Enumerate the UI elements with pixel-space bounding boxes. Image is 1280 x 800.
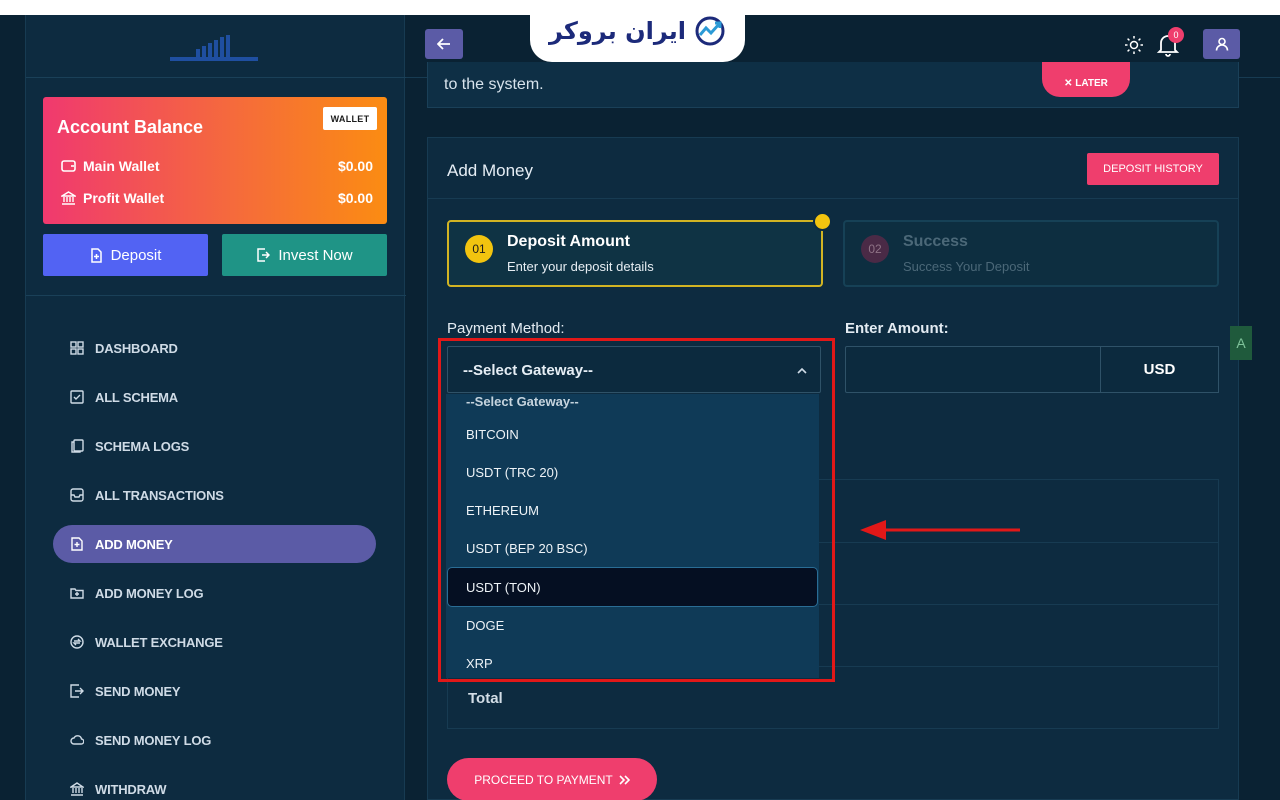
deposit-button[interactable]: Deposit [43, 234, 208, 276]
file-plus-icon [71, 537, 83, 551]
sidebar-item-add-money-log[interactable]: ADD MONEY LOG [53, 574, 376, 612]
enter-amount-label: Enter Amount: [845, 320, 949, 337]
sidebar-item-label: DASHBOARD [95, 340, 178, 356]
notice-banner: to the system. ✕ LATER [427, 62, 1239, 108]
invest-now-label: Invest Now [278, 246, 353, 264]
sidebar-item-dashboard[interactable]: DASHBOARD [53, 329, 376, 367]
payment-method-label: Payment Method: [447, 320, 565, 337]
dropdown-option[interactable]: USDT (TRC 20) [446, 453, 819, 491]
sidebar-divider [26, 295, 406, 296]
log-out-icon [70, 684, 84, 698]
sidebar-item-all-schema[interactable]: ALL SCHEMA [53, 378, 376, 416]
profit-wallet-row: Profit Wallet $0.00 [61, 188, 373, 208]
grid-icon [70, 341, 84, 355]
annotation-arrow-icon [860, 520, 1020, 540]
sidebar-item-wallet-exchange[interactable]: WALLET EXCHANGE [53, 623, 376, 661]
site-logo[interactable] [166, 25, 261, 65]
sidebar-divider [26, 77, 406, 78]
chart-trend-icon [695, 16, 725, 46]
main-wallet-label: Main Wallet [83, 158, 160, 174]
wallet-button[interactable]: WALLET [323, 107, 377, 130]
sidebar-item-label: ALL TRANSACTIONS [95, 487, 224, 503]
sidebar-item-label: ADD MONEY LOG [95, 585, 204, 601]
user-menu-button[interactable] [1203, 29, 1240, 59]
active-step-dot [813, 212, 832, 231]
cloud-icon [70, 735, 84, 745]
account-balance-card: Account Balance WALLET Main Wallet $0.00… [43, 97, 387, 224]
sidebar-item-send-money[interactable]: SEND MONEY [53, 672, 376, 710]
file-plus-icon [90, 247, 102, 263]
sidebar-item-label: ALL SCHEMA [95, 389, 178, 405]
dropdown-option[interactable]: ETHEREUM [446, 491, 819, 529]
notice-text: to the system. [444, 76, 544, 93]
step-subtitle: Enter your deposit details [507, 259, 654, 274]
proceed-to-payment-button[interactable]: PROCEED TO PAYMENT [447, 758, 657, 800]
dropdown-option[interactable]: DOGE [446, 606, 819, 644]
wallet-icon [61, 160, 76, 172]
profit-wallet-label: Profit Wallet [83, 190, 165, 206]
deposit-label: Deposit [110, 246, 162, 264]
gateway-dropdown-list: --Select Gateway-- BITCOIN USDT (TRC 20)… [446, 394, 819, 678]
brand-logo-text: ایران بروکر [549, 17, 686, 45]
bank-icon [61, 191, 76, 205]
amount-input[interactable] [845, 346, 1101, 393]
later-button[interactable]: ✕ LATER [1042, 62, 1130, 97]
proceed-label: PROCEED TO PAYMENT [474, 772, 613, 787]
step-number: 02 [861, 235, 889, 263]
main-wallet-row: Main Wallet $0.00 [61, 156, 373, 176]
dropdown-option-highlighted[interactable]: USDT (TON) [448, 568, 817, 606]
step-success: 02 Success Success Your Deposit [843, 220, 1219, 287]
back-button[interactable] [425, 29, 463, 59]
gateway-select-value: --Select Gateway-- [463, 362, 594, 379]
sidebar-item-withdraw[interactable]: WITHDRAW [53, 770, 376, 800]
translate-tab[interactable]: A [1230, 326, 1252, 360]
page-title: Add Money [447, 161, 533, 180]
balance-title: Account Balance [57, 117, 204, 137]
profit-wallet-value: $0.00 [337, 190, 373, 206]
notification-badge: 0 [1168, 27, 1184, 43]
step-deposit-amount: 01 Deposit Amount Enter your deposit det… [447, 220, 823, 287]
invest-now-button[interactable]: Invest Now [222, 234, 387, 276]
currency-label: USD [1100, 346, 1219, 393]
card-divider [428, 198, 1238, 199]
sidebar-item-label: ADD MONEY [95, 536, 173, 552]
sidebar-item-add-money[interactable]: ADD MONEY [53, 525, 376, 563]
user-icon [1215, 37, 1228, 51]
step-subtitle: Success Your Deposit [903, 259, 1030, 274]
chevron-up-icon [797, 367, 807, 374]
dropdown-option[interactable]: BITCOIN [446, 415, 819, 453]
dropdown-option[interactable]: USDT (BEP 20 BSC) [446, 529, 819, 567]
inbox-icon [70, 488, 84, 502]
double-chevron-right-icon [619, 774, 630, 785]
sidebar-item-label: SEND MONEY [95, 683, 181, 699]
sidebar-item-label: SCHEMA LOGS [95, 438, 190, 454]
sidebar-item-label: SEND MONEY LOG [95, 732, 212, 748]
copy-icon [71, 439, 84, 453]
sidebar-item-all-transactions[interactable]: ALL TRANSACTIONS [53, 476, 376, 514]
brand-logo-badge: ایران بروکر [530, 0, 745, 62]
bank-icon [70, 782, 84, 796]
folder-plus-icon [70, 588, 84, 599]
gateway-select[interactable]: --Select Gateway-- [447, 346, 821, 393]
step-title: Success [903, 233, 968, 250]
arrow-left-icon [437, 38, 450, 50]
sidebar-item-label: WITHDRAW [95, 781, 167, 797]
theme-toggle-sun-icon[interactable] [1124, 35, 1144, 55]
exchange-icon [70, 635, 84, 649]
sidebar-item-schema-logs[interactable]: SCHEMA LOGS [53, 427, 376, 465]
total-label: Total [468, 690, 503, 707]
step-number: 01 [465, 235, 493, 263]
sidebar-item-send-money-log[interactable]: SEND MONEY LOG [53, 721, 376, 759]
main-wallet-value: $0.00 [337, 158, 373, 174]
deposit-history-button[interactable]: DEPOSIT HISTORY [1087, 153, 1219, 185]
checkbox-icon [70, 390, 84, 404]
sidebar-item-label: WALLET EXCHANGE [95, 634, 223, 650]
dropdown-option[interactable]: XRP [446, 644, 819, 678]
sidebar: Account Balance WALLET Main Wallet $0.00… [25, 15, 406, 800]
log-in-icon [257, 248, 271, 262]
step-title: Deposit Amount [507, 233, 630, 250]
